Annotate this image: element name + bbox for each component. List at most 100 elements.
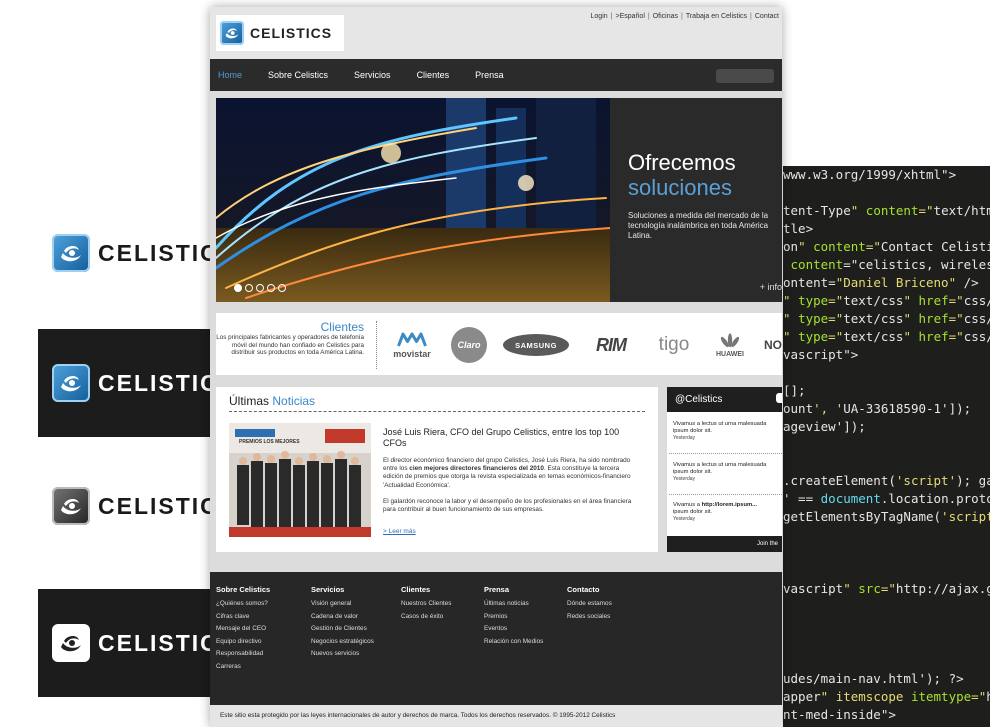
- footer-link[interactable]: Responsabilidad: [216, 648, 270, 661]
- footer-link[interactable]: Cadena de valor: [311, 611, 374, 624]
- footer-link[interactable]: Dónde estamos: [567, 598, 612, 611]
- footer-link[interactable]: Cifras clave: [216, 611, 270, 624]
- footer-link[interactable]: Carreras: [216, 661, 270, 674]
- tweet-item[interactable]: Vivamus a lectus ut urna malesuada ipsum…: [673, 421, 766, 442]
- site-logo[interactable]: CELISTICS: [216, 15, 344, 51]
- code-line: vascript">: [783, 347, 859, 362]
- code-line: vascript" src="http://ajax.go: [783, 581, 990, 596]
- login-link[interactable]: Login: [588, 13, 611, 20]
- carousel-dot[interactable]: [245, 284, 253, 292]
- search-input[interactable]: [716, 69, 774, 83]
- footer-col-servicios: Servicios Visión general Cadena de valor…: [311, 585, 374, 661]
- contact-link[interactable]: Contact: [752, 13, 782, 20]
- carousel-dot[interactable]: [267, 284, 275, 292]
- code-line: " type="text/css" href="css/r: [783, 311, 990, 326]
- footer-heading: Contacto: [567, 585, 600, 594]
- celistics-logo-icon: [52, 487, 90, 525]
- nav-item-home[interactable]: Home: [218, 70, 242, 80]
- code-line: content="celistics, wireless: [790, 257, 990, 272]
- clients-title: Clientes: [320, 320, 364, 334]
- nav-item-clientes[interactable]: Clientes: [417, 70, 450, 80]
- carousel-dot[interactable]: [234, 284, 242, 292]
- hero-banner: Ofrecemos soluciones Soluciones a medida…: [216, 98, 782, 302]
- code-line: ontent="Daniel Briceno" />: [783, 275, 979, 290]
- logo-tile-light-blue: CELISTICS: [38, 199, 238, 307]
- news-award-photo[interactable]: PREMIOS LOS MEJORES: [229, 423, 371, 537]
- code-line: ' == document.location.protoc: [783, 491, 990, 506]
- nav-item-prensa[interactable]: Prensa: [475, 70, 504, 80]
- read-more-link[interactable]: > Leer más: [383, 528, 416, 535]
- footer-link[interactable]: Gestión de Clientes: [311, 623, 374, 636]
- news-headline[interactable]: José Luis Riera, CFO del Grupo Celistics…: [383, 427, 643, 449]
- footer-link[interactable]: Eventos: [484, 623, 543, 636]
- code-line: udes/main-nav.html'); ?>: [783, 671, 964, 686]
- careers-link[interactable]: Trabaja en Celistics: [683, 13, 750, 20]
- news-section-title: Últimas Noticias: [229, 394, 316, 408]
- footer-heading: Sobre Celistics: [216, 585, 271, 594]
- tweet-item[interactable]: Vivamus a lectus ut urna malesuada ipsum…: [673, 462, 766, 483]
- twitter-handle[interactable]: @Celistics: [667, 387, 782, 412]
- carousel-dots: [234, 284, 286, 292]
- site-logo-text: CELISTICS: [250, 25, 333, 41]
- news-divider: [229, 411, 645, 412]
- footer-link[interactable]: Redes sociales: [567, 611, 612, 624]
- clients-description: Los principales fabricantes y operadores…: [216, 334, 364, 356]
- footer-link[interactable]: Premios: [484, 611, 543, 624]
- clients-strip: Clientes Los principales fabricantes y o…: [216, 313, 782, 375]
- huawei-logo[interactable]: HUAWEI: [710, 327, 750, 363]
- hero-city-lights-image: [216, 98, 610, 302]
- movistar-logo[interactable]: movistar: [386, 327, 438, 363]
- claro-logo[interactable]: Claro: [449, 327, 489, 363]
- logo-tile-dark-blue: CELISTICS: [38, 329, 238, 437]
- tweet-divider: [669, 494, 782, 495]
- footer-link[interactable]: Últimas noticias: [484, 598, 543, 611]
- tweet-item[interactable]: Vivamus a http://lorem.ipsum... ipsum do…: [673, 502, 757, 523]
- nav-item-sobre-celistics[interactable]: Sobre Celistics: [268, 70, 328, 80]
- footer-col-clientes: Clientes Nuestros Clientes Casos de éxit…: [401, 585, 451, 623]
- code-line: .createElement('script'); ga.: [783, 473, 990, 488]
- twitter-join-link[interactable]: Join the: [667, 536, 782, 552]
- footer-link[interactable]: Visión general: [311, 598, 374, 611]
- footer-link[interactable]: Relación con Medios: [484, 636, 543, 649]
- footer-link[interactable]: ¿Quiénes somos?: [216, 598, 270, 611]
- rim-logo[interactable]: RIM: [582, 327, 640, 363]
- celistics-logo-icon: [220, 21, 244, 45]
- tigo-logo[interactable]: tigo: [652, 327, 696, 363]
- code-line: on" content="Contact Celistic: [783, 239, 990, 254]
- offices-link[interactable]: Oficinas: [650, 13, 681, 20]
- carousel-dot[interactable]: [256, 284, 264, 292]
- samsung-logo[interactable]: SAMSUNG: [503, 327, 569, 363]
- language-link[interactable]: >Español: [612, 13, 647, 20]
- carousel-dot[interactable]: [278, 284, 286, 292]
- celistics-logo-icon: [52, 364, 90, 402]
- partial-brand-logo[interactable]: NO: [764, 327, 782, 363]
- hero-more-link[interactable]: + info: [760, 282, 782, 292]
- hero-title-line1: Ofrecemos: [628, 150, 736, 175]
- site-header: CELISTICS Login | >Español | Oficinas | Tra…: [210, 7, 782, 59]
- footer-link[interactable]: Negocios estratégicos: [311, 636, 374, 649]
- footer-link[interactable]: Nuestros Clientes: [401, 598, 451, 611]
- twitter-widget: @Celistics Vivamus a lectus ut urna male…: [667, 387, 782, 552]
- celistics-logo-icon: [52, 234, 90, 272]
- code-line: [];: [783, 383, 806, 398]
- code-line: " type="text/css" href="css/t: [783, 329, 990, 344]
- footer-link[interactable]: Casos de éxito: [401, 611, 451, 624]
- logo-tile-light-gray: CELISTICS: [38, 452, 238, 560]
- code-line: nt-med-inside">: [783, 707, 896, 722]
- footer-heading: Servicios: [311, 585, 345, 594]
- footer-link[interactable]: Nuevos servicios: [311, 648, 374, 661]
- hero-title-line2: soluciones: [628, 175, 732, 200]
- footer-link[interactable]: Mensaje del CEO: [216, 623, 270, 636]
- news-paragraph-1: El director económico financiero del gru…: [383, 457, 631, 489]
- nav-item-servicios[interactable]: Servicios: [354, 70, 391, 80]
- copyright-bar: Este sitio esta protegido por las leyes …: [210, 705, 782, 727]
- clients-divider: [376, 321, 377, 369]
- footer-col-contacto: Contacto Dónde estamos Redes sociales: [567, 585, 612, 623]
- footer-link[interactable]: Equipo directivo: [216, 636, 270, 649]
- tweet-link[interactable]: http://lorem.ipsum...: [702, 502, 757, 508]
